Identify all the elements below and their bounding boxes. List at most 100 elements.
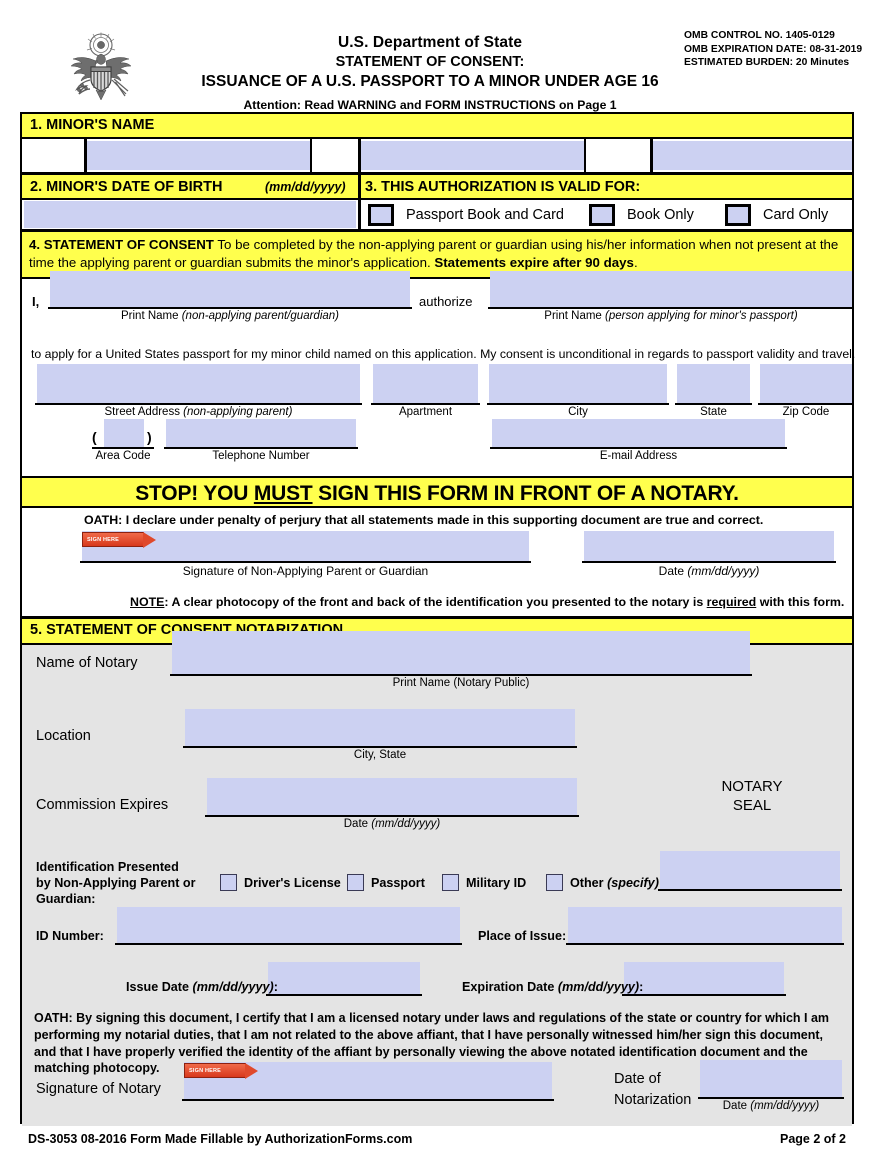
checkbox-passport-book-and-card[interactable] [368,204,394,226]
rule [182,1099,554,1101]
omb-info-block: OMB CONTROL NO. 1405-0129 OMB EXPIRATION… [684,29,864,70]
area-code-caption: Area Code [95,450,151,462]
rule [164,447,358,449]
stop-notary-banner: STOP! YOU MUST SIGN THIS FORM IN FRONT O… [22,476,852,508]
oath-statement-1: OATH: I declare under penalty of perjury… [84,513,763,527]
section-2-format-hint: (mm/dd/yyyy) [265,180,346,194]
sign-here-tag-icon: SIGN HERE [82,532,156,548]
section-1-title: 1. MINOR'S NAME [30,117,155,133]
print-name-applying-caption: Print Name (person applying for minor's … [544,310,798,322]
checkbox-other-id[interactable] [546,874,563,891]
rule [698,1097,844,1099]
expiration-date-label: Expiration Date (mm/dd/yyyy): [462,980,644,994]
stop-banner-text-2: SIGN THIS FORM IN FRONT OF A NOTARY. [312,482,739,505]
us-great-seal-eagle-icon [58,30,144,108]
commission-expires-input[interactable] [207,778,577,815]
name-of-notary-caption: Print Name (Notary Public) [392,677,530,689]
first-name-input[interactable] [360,141,584,170]
rule [566,943,844,945]
signature-nonapplying-parent-caption: Signature of Non-Applying Parent or Guar… [182,564,429,578]
name-of-notary-label: Name of Notary [36,655,138,671]
note-text: : A clear photocopy of the front and bac… [164,595,707,609]
option-label-drivers-license: Driver's License [244,876,341,890]
stop-banner-text-1: STOP! YOU [135,482,254,505]
oath-prefix: OATH: [84,513,123,527]
location-input[interactable] [185,709,575,746]
attention-notice: Attention: Read WARNING and FORM INSTRUC… [243,98,617,112]
option-label-passport-book-and-card: Passport Book and Card [406,207,564,223]
omb-expiration-date: OMB EXPIRATION DATE: 08-31-2019 [684,43,863,55]
street-address-input[interactable] [37,364,360,403]
stop-banner-must: MUST [253,482,313,505]
rule [205,815,579,817]
name-of-notary-input[interactable] [172,631,750,674]
checkbox-passport[interactable] [347,874,364,891]
checkbox-military-id[interactable] [442,874,459,891]
photocopy-note: NOTE: A clear photocopy of the front and… [130,595,844,609]
estimated-burden: ESTIMATED BURDEN: 20 Minutes [684,57,850,69]
email-address-caption: E-mail Address [599,450,678,462]
notary-oath-paragraph: OATH: By signing this document, I certif… [34,1011,830,1076]
place-of-issue-input[interactable] [568,907,842,943]
print-name-nonapplying-input[interactable] [50,271,410,307]
location-label: Location [36,728,91,744]
zip-code-input[interactable] [760,364,852,403]
option-label-book-only: Book Only [627,207,694,223]
rule [170,674,752,676]
section-3-title: 3. THIS AUTHORIZATION IS VALID FOR: [365,179,641,195]
commission-expires-label: Commission Expires [36,797,169,813]
location-caption: City, State [353,749,407,761]
section-4-intro-emphasis: Statements expire after 90 days [434,255,634,271]
street-address-caption: Street Address (non-applying parent) [104,406,293,418]
agency-name: U.S. Department of State [337,34,523,51]
note-suffix: with this form. [756,595,845,609]
apartment-input[interactable] [373,364,478,403]
city-caption: City [568,406,588,418]
checkbox-drivers-license[interactable] [220,874,237,891]
paren-close: ) [147,429,152,445]
signature-date-caption: Date (mm/dd/yyyy) [658,564,760,578]
rule [658,889,842,891]
option-label-passport: Passport [371,876,425,890]
rule [675,403,752,405]
id-number-input[interactable] [117,907,460,943]
checkbox-book-only[interactable] [589,204,615,226]
signature-of-notary-label: Signature of Notary [36,1081,161,1097]
apartment-caption: Apartment [398,406,453,418]
rule [371,403,480,405]
rule [48,307,412,309]
paren-open: ( [92,429,97,445]
date-of-notarization-line-2: Notarization [614,1092,692,1108]
last-name-input[interactable] [86,141,310,170]
form-title-line2: ISSUANCE OF A U.S. PASSPORT TO A MINOR U… [201,73,659,90]
expiration-date-input[interactable] [624,962,784,994]
place-of-issue-label: Place of Issue: [478,929,567,943]
id-presented-line-3: Guardian: [36,892,96,906]
section-4-title: 4. STATEMENT OF CONSENT [29,236,214,252]
section-1-header: 1. MINOR'S NAME [22,114,852,139]
note-prefix: NOTE [130,595,165,609]
checkbox-card-only[interactable] [725,204,751,226]
authorize-label: authorize [419,294,473,309]
date-of-birth-input[interactable] [24,201,356,228]
footer-form-id: DS-3053 08-2016 Form Made Fillable by Au… [28,1132,413,1146]
telephone-number-input[interactable] [166,419,356,447]
state-caption: State [700,406,727,418]
consent-sentence: to apply for a United States passport fo… [31,347,856,361]
rule [582,561,836,563]
email-address-input[interactable] [492,419,785,447]
form-body: 1. MINOR'S NAME Last First Middle 2. MIN… [20,112,856,1147]
rule [35,403,362,405]
issue-date-input[interactable] [268,962,420,994]
area-code-input[interactable] [104,419,144,447]
signature-date-input[interactable] [584,531,834,561]
middle-name-input[interactable] [652,141,852,170]
rule [92,447,154,449]
rule [488,307,854,309]
other-id-specify-input[interactable] [660,851,840,889]
rule [266,994,422,996]
print-name-applying-input[interactable] [490,271,852,307]
city-input[interactable] [489,364,667,403]
state-input[interactable] [677,364,750,403]
option-label-military-id: Military ID [466,876,527,890]
